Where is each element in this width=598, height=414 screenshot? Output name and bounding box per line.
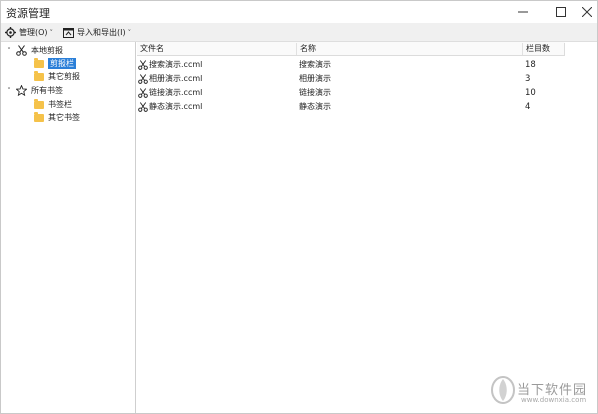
watermark-url: www.downxia.com xyxy=(521,396,587,404)
file-name-text: 链接演示.ccml xyxy=(149,88,203,97)
tree-node-clip-bar[interactable]: 剪报栏 xyxy=(33,57,76,70)
scissors-icon xyxy=(16,45,27,56)
count-cell: 18 xyxy=(525,60,536,70)
manage-menu-button[interactable]: 管理(O) ˅ xyxy=(5,25,53,40)
table-row[interactable]: 静态演示.ccml 静态演示 4 xyxy=(137,100,565,114)
chevron-down-icon[interactable]: ˅ xyxy=(5,47,13,55)
tree-node-label: 本地剪报 xyxy=(31,46,63,55)
file-name-text: 静态演示.ccml xyxy=(149,102,203,111)
column-header-filename[interactable]: 文件名 xyxy=(137,43,297,55)
file-name-cell: 相册演示.ccml xyxy=(137,72,202,86)
file-name-cell: 静态演示.ccml xyxy=(137,100,202,114)
tree-node-other-bookmarks[interactable]: 其它书签 xyxy=(33,111,80,124)
file-name-text: 搜索演示.ccml xyxy=(149,60,203,69)
import-export-icon xyxy=(63,27,74,38)
chevron-down-icon: ˅ xyxy=(49,28,54,37)
file-name-cell: 链接演示.ccml xyxy=(137,86,202,100)
column-header-count[interactable]: 栏目数 xyxy=(523,43,565,55)
close-button[interactable] xyxy=(573,1,598,23)
title-bar: 资源管理 xyxy=(1,1,597,23)
minimize-icon xyxy=(518,11,528,13)
tree-node-other-clips[interactable]: 其它剪报 xyxy=(33,70,80,83)
maximize-button[interactable] xyxy=(547,1,575,23)
tree-node-label: 剪报栏 xyxy=(48,58,76,69)
close-icon xyxy=(582,7,592,17)
watermark: 当下软件园 www.downxia.com xyxy=(487,373,597,413)
tree-node-label: 所有书签 xyxy=(31,86,63,95)
column-header-name[interactable]: 名称 xyxy=(297,43,523,55)
scissors-icon xyxy=(138,102,148,112)
file-name-cell: 搜索演示.ccml xyxy=(137,58,202,72)
window-title: 资源管理 xyxy=(6,7,50,20)
star-icon xyxy=(16,85,27,96)
watermark-logo xyxy=(491,376,515,404)
maximize-icon xyxy=(556,7,566,17)
folder-icon xyxy=(33,111,44,123)
import-export-menu-label: 导入和导出(I) xyxy=(77,28,126,37)
file-name-text: 相册演示.ccml xyxy=(149,74,203,83)
name-cell: 相册演示 xyxy=(299,74,331,83)
count-cell: 10 xyxy=(525,88,536,98)
resource-manager-window: 资源管理 管理(O) ˅ 导入和导出(I) ˅ ˅ 本地剪报 剪报栏 其它剪报 … xyxy=(0,0,598,414)
file-list: 文件名 名称 栏目数 搜索演示.ccml 搜索演示 18 相册演示.ccml 相… xyxy=(137,42,597,413)
count-cell: 4 xyxy=(525,102,531,112)
folder-icon xyxy=(33,98,44,110)
table-row[interactable]: 搜索演示.ccml 搜索演示 18 xyxy=(137,58,565,72)
scissors-icon xyxy=(138,60,148,70)
tree-node-bookmark-bar[interactable]: 书签栏 xyxy=(33,98,72,111)
folder-tree: ˅ 本地剪报 剪报栏 其它剪报 ˅ 所有书签 书签栏 其它书签 xyxy=(1,42,136,413)
toolbar: 管理(O) ˅ 导入和导出(I) ˅ xyxy=(1,23,597,42)
folder-icon xyxy=(33,57,44,69)
list-header: 文件名 名称 栏目数 xyxy=(137,42,565,56)
manage-menu-label: 管理(O) xyxy=(19,28,48,37)
table-row[interactable]: 相册演示.ccml 相册演示 3 xyxy=(137,72,565,86)
tree-node-local-clips[interactable]: ˅ 本地剪报 xyxy=(5,44,63,57)
tree-node-label: 其它剪报 xyxy=(48,72,80,81)
tree-node-all-bookmarks[interactable]: ˅ 所有书签 xyxy=(5,84,63,97)
gear-icon xyxy=(5,27,16,38)
chevron-down-icon[interactable]: ˅ xyxy=(5,87,13,95)
tree-node-label: 书签栏 xyxy=(48,100,72,109)
name-cell: 静态演示 xyxy=(299,102,331,111)
tree-node-label: 其它书签 xyxy=(48,113,80,122)
table-row[interactable]: 链接演示.ccml 链接演示 10 xyxy=(137,86,565,100)
folder-icon xyxy=(33,70,44,82)
count-cell: 3 xyxy=(525,74,531,84)
name-cell: 搜索演示 xyxy=(299,60,331,69)
minimize-button[interactable] xyxy=(509,1,537,23)
import-export-menu-button[interactable]: 导入和导出(I) ˅ xyxy=(63,25,131,40)
scissors-icon xyxy=(138,88,148,98)
chevron-down-icon: ˅ xyxy=(127,28,132,37)
name-cell: 链接演示 xyxy=(299,88,331,97)
scissors-icon xyxy=(138,74,148,84)
